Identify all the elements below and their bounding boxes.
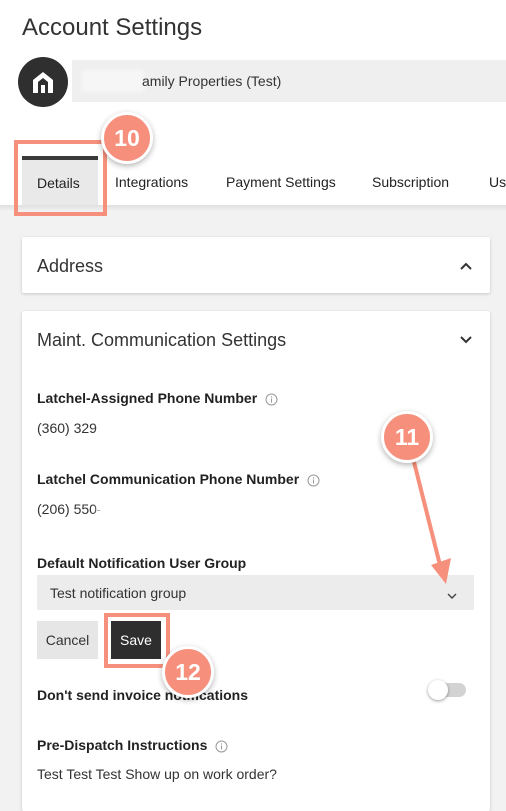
highlight-details-tab: [14, 140, 107, 216]
page-title: Account Settings: [22, 14, 203, 41]
chevron-down-icon: [447, 593, 457, 599]
user-group-value: Test notification group: [50, 585, 187, 601]
info-icon[interactable]: [215, 740, 228, 753]
house-logo-icon: [33, 72, 53, 93]
maint-title: Maint. Communication Settings: [37, 330, 287, 350]
invoice-notifications-toggle[interactable]: [428, 680, 466, 700]
tab-integrations[interactable]: Integrations: [115, 174, 188, 190]
tab-payment-settings[interactable]: Payment Settings: [226, 174, 336, 190]
highlight-save-button: [104, 613, 170, 668]
tab-users[interactable]: Us: [489, 174, 506, 190]
cancel-button[interactable]: Cancel: [37, 621, 98, 659]
step-badge-12: 12: [162, 646, 214, 698]
info-icon[interactable]: [265, 393, 278, 406]
assigned-phone-value: (360) 329: [37, 420, 97, 436]
redacted-text: [82, 70, 144, 92]
invoice-toggle-label: Don't send invoice notifications: [37, 687, 249, 703]
account-name: amily Properties (Test): [142, 73, 282, 89]
step-badge-10: 10: [101, 112, 153, 164]
pre-dispatch-value: Test Test Test Show up on work order?: [37, 766, 277, 782]
tab-subscription[interactable]: Subscription: [372, 174, 449, 190]
user-group-label: Default Notification User Group: [37, 555, 247, 571]
chevron-up-icon[interactable]: [458, 258, 474, 274]
redaction: [100, 416, 165, 440]
account-logo: [18, 57, 68, 107]
user-group-select[interactable]: Test notification group: [37, 575, 474, 610]
toggle-knob: [428, 680, 448, 700]
info-icon[interactable]: [307, 474, 320, 487]
comm-phone-label: Latchel Communication Phone Number: [37, 471, 320, 487]
assigned-phone-label: Latchel-Assigned Phone Number: [37, 390, 278, 406]
redaction: [98, 497, 158, 521]
address-card[interactable]: Address: [22, 237, 490, 293]
chevron-down-icon[interactable]: [458, 331, 474, 347]
address-title: Address: [37, 256, 104, 276]
account-selector[interactable]: amily Properties (Test): [72, 60, 506, 102]
pre-dispatch-label: Pre-Dispatch Instructions: [37, 737, 228, 753]
step-badge-11: 11: [381, 411, 433, 463]
